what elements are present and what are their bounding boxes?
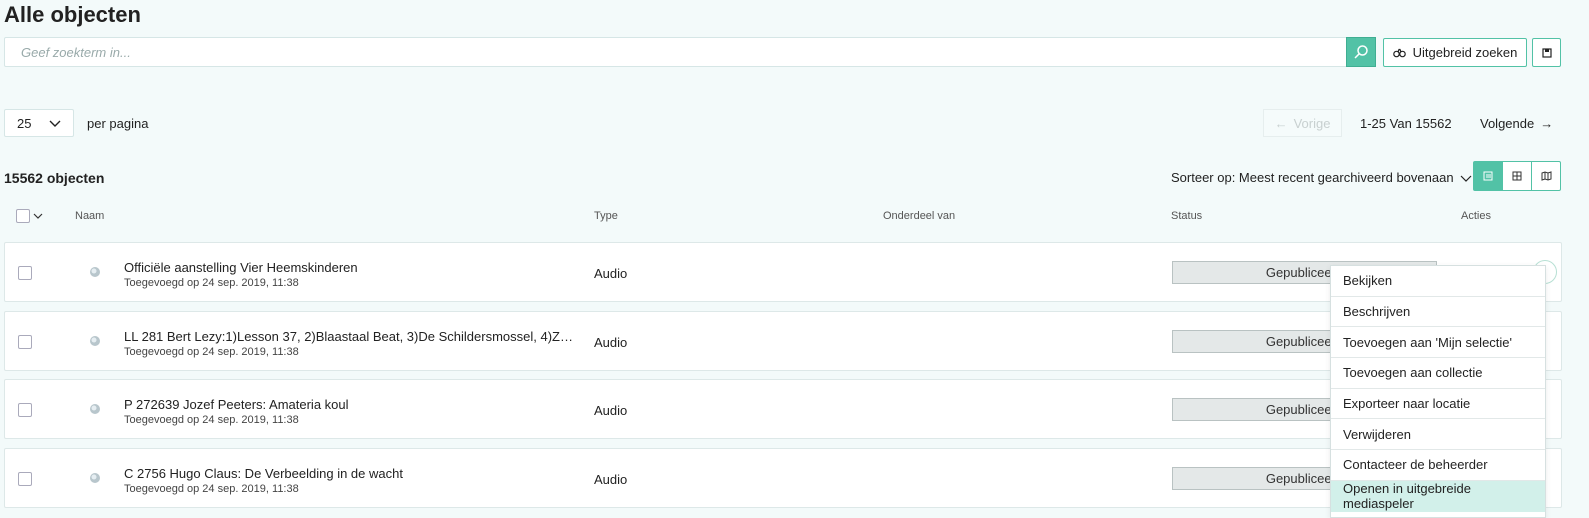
row-checkbox[interactable] xyxy=(18,266,32,280)
row-name[interactable]: C 2756 Hugo Claus: De Verbeelding in de … xyxy=(124,466,574,481)
chevron-down-icon[interactable] xyxy=(33,211,43,221)
menu-item-describe[interactable]: Beschrijven xyxy=(1331,297,1545,328)
per-page-select[interactable]: 25 xyxy=(4,109,74,137)
previous-page-label: Vorige xyxy=(1293,115,1331,131)
audio-thumbnail-icon xyxy=(90,267,100,277)
table-row[interactable]: P 272639 Jozef Peeters: Amateria koul To… xyxy=(4,379,1562,439)
table-row[interactable]: LL 281 Bert Lezy:1)Lesson 37, 2)Blaastaa… xyxy=(4,311,1562,371)
column-header-type[interactable]: Type xyxy=(594,210,618,222)
menu-item-export-to-location[interactable]: Exporteer naar locatie xyxy=(1331,389,1545,420)
arrow-right-icon: → xyxy=(1540,116,1554,131)
column-header-part-of[interactable]: Onderdeel van xyxy=(883,210,955,222)
row-checkbox[interactable] xyxy=(18,472,32,486)
chevron-down-icon xyxy=(49,120,61,127)
select-all-checkbox[interactable] xyxy=(16,209,30,223)
row-name[interactable]: P 272639 Jozef Peeters: Amateria koul xyxy=(124,397,574,412)
search-button[interactable] xyxy=(1346,37,1376,67)
save-search-button[interactable] xyxy=(1532,38,1561,67)
menu-item-add-to-collection[interactable]: Toevoegen aan collectie xyxy=(1331,358,1545,389)
column-header-status[interactable]: Status xyxy=(1171,210,1202,222)
row-name[interactable]: Officiële aanstelling Vier Heemskinderen xyxy=(124,260,574,275)
menu-item-contact-admin[interactable]: Contacteer de beheerder xyxy=(1331,450,1545,481)
audio-thumbnail-icon xyxy=(90,473,100,483)
row-type: Audio xyxy=(594,266,628,281)
result-count: 15562 objecten xyxy=(4,170,105,186)
row-name[interactable]: LL 281 Bert Lezy:1)Lesson 37, 2)Blaastaa… xyxy=(124,329,574,344)
sort-label: Sorteer op: Meest recent gearchiveerd bo… xyxy=(1171,170,1454,185)
page-range: 1-25 Van 15562 xyxy=(1360,116,1452,131)
column-header-name[interactable]: Naam xyxy=(75,210,104,222)
previous-page-button[interactable]: ← Vorige xyxy=(1263,109,1342,137)
row-type: Audio xyxy=(594,403,628,418)
list-view-icon xyxy=(1483,171,1493,181)
chevron-down-icon xyxy=(1460,175,1471,182)
audio-thumbnail-icon xyxy=(90,336,100,346)
row-actions-menu: Bekijken Beschrijven Toevoegen aan 'Mijn… xyxy=(1330,265,1546,518)
arrow-left-icon: ← xyxy=(1274,115,1288,131)
save-icon xyxy=(1541,47,1552,58)
row-checkbox[interactable] xyxy=(18,335,32,349)
grid-view-icon xyxy=(1512,171,1522,181)
row-type: Audio xyxy=(594,335,628,350)
search-icon xyxy=(1354,45,1368,59)
table-row[interactable]: C 2756 Hugo Claus: De Verbeelding in de … xyxy=(4,448,1562,508)
row-date: Toegevoegd op 24 sep. 2019, 11:38 xyxy=(124,346,299,358)
map-view-button[interactable] xyxy=(1531,162,1560,190)
per-page-value: 25 xyxy=(17,115,32,131)
menu-item-add-to-selection[interactable]: Toevoegen aan 'Mijn selectie' xyxy=(1331,327,1545,359)
menu-item-open-media-player[interactable]: Openen in uitgebreide mediaspeler xyxy=(1331,480,1545,512)
sort-dropdown[interactable]: Sorteer op: Meest recent gearchiveerd bo… xyxy=(1171,170,1472,185)
view-toggle xyxy=(1473,161,1561,191)
next-page-button[interactable]: Volgende → xyxy=(1480,116,1553,131)
row-type: Audio xyxy=(594,472,628,487)
page-title: Alle objecten xyxy=(4,2,141,27)
search-bar xyxy=(4,37,1376,67)
row-date: Toegevoegd op 24 sep. 2019, 11:38 xyxy=(124,414,299,426)
search-input[interactable] xyxy=(5,38,1347,66)
row-checkbox[interactable] xyxy=(18,403,32,417)
grid-view-button[interactable] xyxy=(1502,162,1531,190)
binoculars-icon xyxy=(1392,48,1406,57)
audio-thumbnail-icon xyxy=(90,404,100,414)
row-date: Toegevoegd op 24 sep. 2019, 11:38 xyxy=(124,483,299,495)
column-header-actions: Acties xyxy=(1461,210,1491,222)
next-page-label: Volgende xyxy=(1480,116,1535,131)
map-view-icon xyxy=(1541,171,1551,181)
menu-item-view[interactable]: Bekijken xyxy=(1331,266,1545,297)
advanced-search-label: Uitgebreid zoeken xyxy=(1412,45,1518,60)
menu-item-delete[interactable]: Verwijderen xyxy=(1331,419,1545,451)
row-date: Toegevoegd op 24 sep. 2019, 11:38 xyxy=(124,277,299,289)
table-row[interactable]: Officiële aanstelling Vier Heemskinderen… xyxy=(4,242,1562,302)
per-page-label: per pagina xyxy=(87,116,149,131)
list-view-button[interactable] xyxy=(1474,162,1502,190)
advanced-search-button[interactable]: Uitgebreid zoeken xyxy=(1383,38,1527,67)
